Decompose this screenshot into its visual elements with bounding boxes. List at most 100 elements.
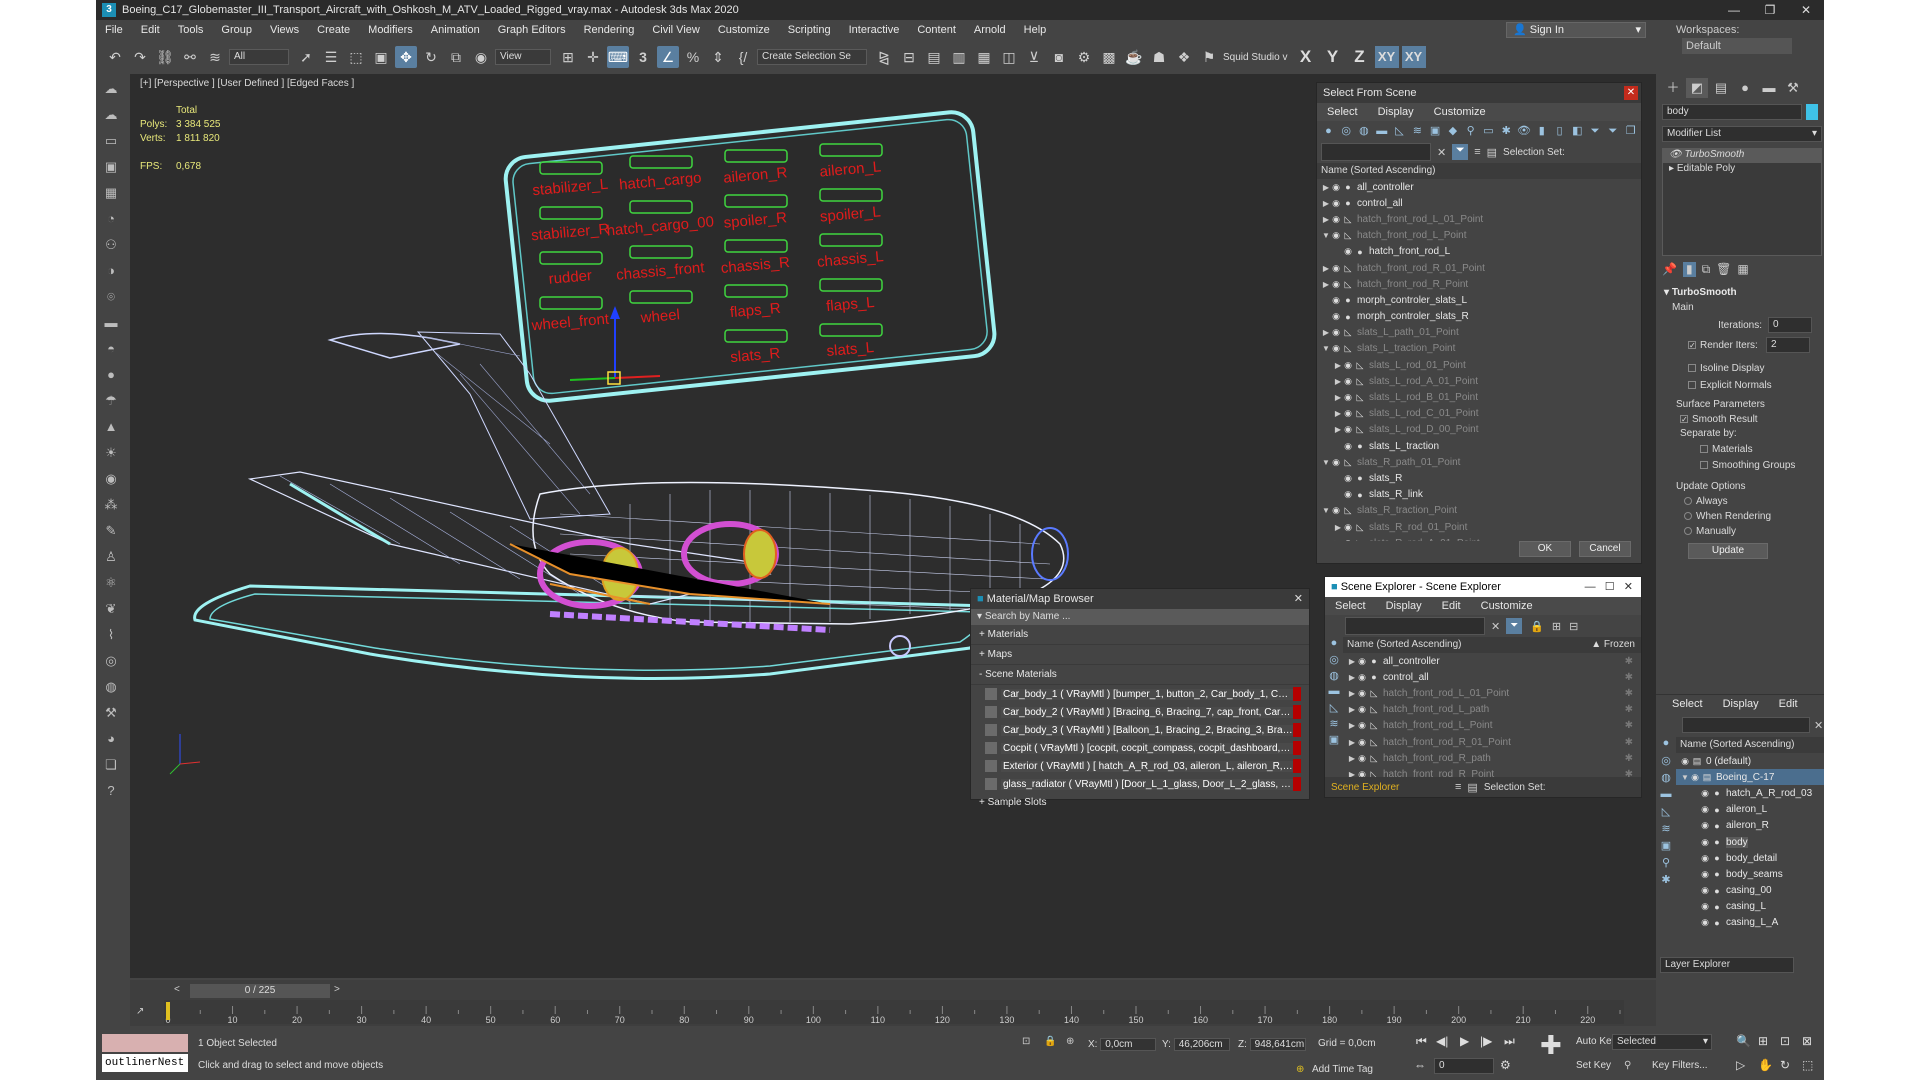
dialog-menu-display[interactable]: Display xyxy=(1368,103,1424,121)
menu-group[interactable]: Group xyxy=(212,20,261,40)
tree-row[interactable]: ▼ ◉ ◺ slats_R_path_01_Point xyxy=(1321,454,1641,470)
eye-icon[interactable]: ◉ xyxy=(1343,376,1353,387)
tree-row[interactable]: ◉ ● body xyxy=(1676,834,1824,850)
selection-set-icon[interactable]: ▤ xyxy=(1467,781,1477,794)
render-production-icon[interactable]: ☗ xyxy=(1148,46,1170,68)
absolute-mode-icon[interactable]: ⊕ xyxy=(1066,1036,1074,1047)
place-icon[interactable]: ◉ xyxy=(470,46,492,68)
eye-icon[interactable]: ◉ xyxy=(1357,704,1367,715)
tree-row[interactable]: ▶ ◉ ● control_all xyxy=(1321,195,1641,211)
pin-stack-icon[interactable]: 📌 xyxy=(1662,262,1677,277)
play-icon[interactable]: ▶ xyxy=(1460,1034,1469,1048)
materials-checkbox[interactable] xyxy=(1700,445,1708,454)
eye-icon[interactable]: ◉ xyxy=(1331,505,1341,516)
le-menu-edit[interactable]: Edit xyxy=(1769,695,1808,713)
layer-explorer-dropdown[interactable]: Layer Explorer xyxy=(1660,957,1794,973)
add-time-tag[interactable]: Add Time Tag xyxy=(1312,1064,1373,1075)
menu-file[interactable]: File xyxy=(96,20,132,40)
select-rotate-icon[interactable]: ↻ xyxy=(420,46,442,68)
all-filter-icon[interactable]: ▮ xyxy=(1534,123,1549,139)
set-key-big-icon[interactable]: ✚ xyxy=(1540,1032,1562,1058)
tree-row[interactable]: ◉ ● body_detail xyxy=(1676,850,1824,866)
light-filter-icon[interactable]: ◍ xyxy=(1357,123,1372,139)
eye-icon[interactable]: ◉ xyxy=(1700,901,1710,912)
box-icon[interactable]: ▣ xyxy=(100,156,122,178)
dialog-menu-select[interactable]: Select xyxy=(1317,103,1368,121)
sample-slots-section[interactable]: + Sample Slots xyxy=(971,793,1309,813)
render-iterative-icon[interactable]: ❖ xyxy=(1173,46,1195,68)
pivot-icon[interactable]: ⊞ xyxy=(557,46,579,68)
le-camera-icon[interactable]: ▬ xyxy=(1656,788,1676,805)
tools-icon[interactable]: ⚒ xyxy=(100,702,122,724)
le-shape-icon[interactable]: ◎ xyxy=(1656,754,1676,771)
se-column-header[interactable]: Name (Sorted Ascending) ▲ Frozen xyxy=(1343,637,1641,653)
eye-icon[interactable]: ◉ xyxy=(1700,853,1710,864)
squid-studio-label[interactable]: Squid Studio v xyxy=(1223,52,1288,63)
stack-item-turbosmooth[interactable]: 👁 TurboSmooth xyxy=(1663,149,1821,163)
percent-snap-icon[interactable]: % xyxy=(682,46,704,68)
frozen-icon[interactable]: ✱ xyxy=(1625,737,1633,748)
ref-coord-dropdown[interactable]: View xyxy=(495,49,551,65)
eye-icon[interactable]: ◉ xyxy=(1331,311,1341,322)
eye-icon[interactable]: ◉ xyxy=(1331,343,1341,354)
panel-icon[interactable]: ▬ xyxy=(100,312,122,334)
eye-icon[interactable]: ◉ xyxy=(1343,473,1353,484)
restore-icon[interactable]: ❐ xyxy=(1752,0,1788,20)
time-config-icon[interactable]: ⚙ xyxy=(1500,1058,1511,1072)
none-filter-icon[interactable]: ▯ xyxy=(1552,123,1567,139)
timeline-ruler[interactable]: 0102030405060708090100110120130140150160… xyxy=(164,1000,1624,1024)
filter-funnel-icon[interactable]: ⏷ xyxy=(1506,618,1523,634)
show-end-result-icon[interactable]: ▮ xyxy=(1682,262,1696,277)
eye-icon[interactable]: ◉ xyxy=(1357,737,1367,748)
lock-icon[interactable]: 🔒 xyxy=(1530,620,1544,633)
particle-icon[interactable]: ⁂ xyxy=(100,494,122,516)
camera-filter-icon[interactable]: ▬ xyxy=(1374,123,1389,139)
spacewarp-icon[interactable]: ◑ xyxy=(100,260,122,282)
goto-end-icon[interactable]: ⏭ xyxy=(1504,1034,1515,1049)
axis-y-button[interactable]: Y xyxy=(1321,46,1345,68)
tree-row[interactable]: ▶ ◉ ◺ slats_L_path_01_Point xyxy=(1321,325,1641,341)
menu-interactive[interactable]: Interactive xyxy=(840,20,909,40)
frozen-icon[interactable]: ✱ xyxy=(1625,688,1633,699)
tree-row[interactable]: ▼ ◉ ◺ hatch_front_rod_L_Point xyxy=(1321,228,1641,244)
expand-arrow-icon[interactable]: ▼ xyxy=(1321,344,1331,353)
menu-help[interactable]: Help xyxy=(1015,20,1056,40)
goto-start-icon[interactable]: ⏮ xyxy=(1416,1034,1427,1049)
eye-icon[interactable]: ◉ xyxy=(1343,538,1353,541)
plane-icon[interactable]: ▭ xyxy=(100,130,122,152)
le-helper-icon[interactable]: ◺ xyxy=(1656,805,1676,822)
expand-arrow-icon[interactable]: ▶ xyxy=(1321,215,1331,224)
eye-icon[interactable]: ◉ xyxy=(1331,295,1341,306)
rendered-frame-icon[interactable]: ▩ xyxy=(1098,46,1120,68)
tree-row[interactable]: ◉ ● casing_00 xyxy=(1676,883,1824,899)
modifier-list-dropdown[interactable]: Modifier List ▾ xyxy=(1662,126,1822,142)
expand-arrow-icon[interactable]: ▶ xyxy=(1347,673,1357,682)
expand-arrow-icon[interactable]: ▶ xyxy=(1347,738,1357,747)
frozen-filter-icon[interactable]: ✱ xyxy=(1499,123,1514,139)
keyboard-shortcut-icon[interactable]: ⌨ xyxy=(607,46,629,68)
object-name-field[interactable]: body xyxy=(1662,104,1803,120)
layers-stack-icon[interactable]: ≡ xyxy=(1474,146,1480,158)
fov-icon[interactable]: ▷ xyxy=(1736,1058,1745,1072)
tree-row[interactable]: ◉ ● casing_L_A xyxy=(1676,915,1824,931)
menu-tools[interactable]: Tools xyxy=(169,20,213,40)
help-icon[interactable]: ? xyxy=(100,780,122,802)
render-icon[interactable]: ☕ xyxy=(1123,46,1145,68)
grid-icon[interactable]: ▦ xyxy=(100,182,122,204)
align-icon[interactable]: ⊟ xyxy=(898,46,920,68)
filter-funnel-icon[interactable]: ⏷ xyxy=(1452,144,1469,160)
maximize-viewport-icon[interactable]: ⬚ xyxy=(1802,1058,1813,1072)
layers-icon[interactable]: ❏ xyxy=(100,754,122,776)
mirror-icon[interactable]: ⧎ xyxy=(873,46,895,68)
window-crossing-icon[interactable]: ▣ xyxy=(370,46,392,68)
eye-icon[interactable]: ◉ xyxy=(1357,672,1367,683)
set-key-button[interactable]: Set Key xyxy=(1576,1060,1611,1071)
tree-row[interactable]: ▶ ◉ ◺ slats_R_rod_01_Point xyxy=(1321,519,1641,535)
clear-search-icon[interactable]: ✕ xyxy=(1491,620,1500,633)
render-iters-spinner[interactable]: 2 xyxy=(1766,337,1810,353)
expand-arrow-icon[interactable]: ▶ xyxy=(1333,377,1343,386)
selection-lock-icon[interactable]: 🔒 xyxy=(1044,1036,1056,1047)
link-icon[interactable]: ⛓ xyxy=(154,46,176,68)
tree-row[interactable]: ◉ ● hatch_A_R_rod_03 xyxy=(1676,785,1824,801)
se-camera-icon[interactable]: ▬ xyxy=(1325,685,1343,701)
